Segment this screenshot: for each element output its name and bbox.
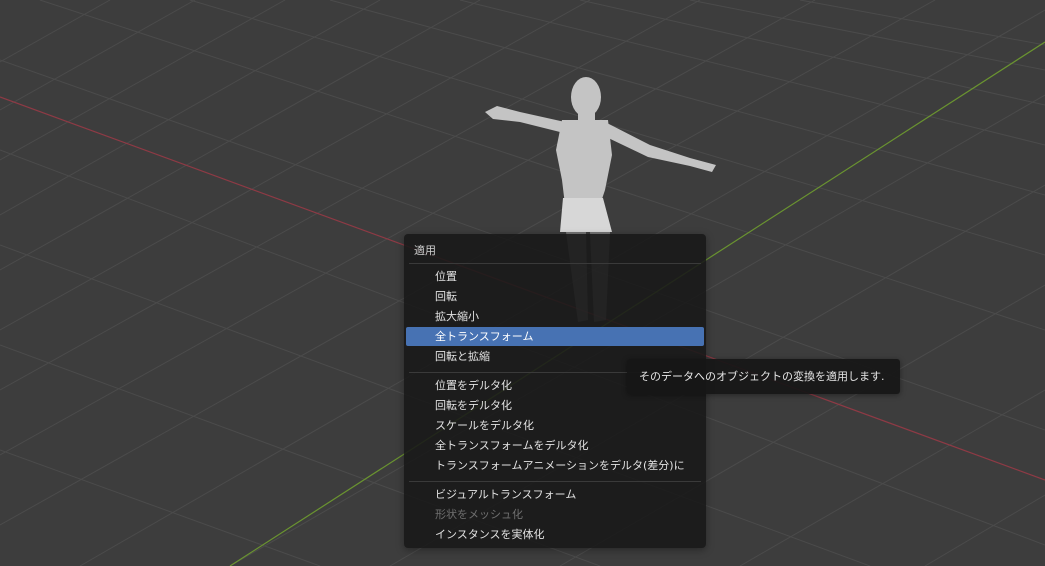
- menu-item-scale[interactable]: 拡大縮小: [406, 307, 704, 326]
- menu-item-rotation-to-deltas[interactable]: 回転をデルタ化: [406, 396, 704, 415]
- menu-item-scale-to-deltas[interactable]: スケールをデルタ化: [406, 416, 704, 435]
- menu-item-all-transforms[interactable]: 全トランスフォーム: [406, 327, 704, 346]
- menu-item-animated-transforms-to-deltas[interactable]: トランスフォームアニメーションをデルタ(差分)に: [406, 456, 704, 475]
- menu-item-rotation[interactable]: 回転: [406, 287, 704, 306]
- menu-item-all-transforms-to-deltas[interactable]: 全トランスフォームをデルタ化: [406, 436, 704, 455]
- menu-title: 適用: [414, 244, 436, 257]
- menu-item-visual-transform[interactable]: ビジュアルトランスフォーム: [406, 485, 704, 504]
- tooltip: そのデータへのオブジェクトの変換を適用します.: [627, 359, 900, 394]
- menu-item-make-instances-real[interactable]: インスタンスを実体化: [406, 525, 704, 544]
- menu-separator: [409, 263, 701, 264]
- 3d-viewport[interactable]: 適用 位置 回転 拡大縮小 全トランスフォーム 回転と拡縮 位置をデルタ化 回転…: [0, 0, 1045, 566]
- menu-separator: [409, 481, 701, 482]
- menu-item-visual-geometry-to-mesh: 形状をメッシュ化: [435, 508, 523, 521]
- menu-item-location[interactable]: 位置: [406, 267, 704, 286]
